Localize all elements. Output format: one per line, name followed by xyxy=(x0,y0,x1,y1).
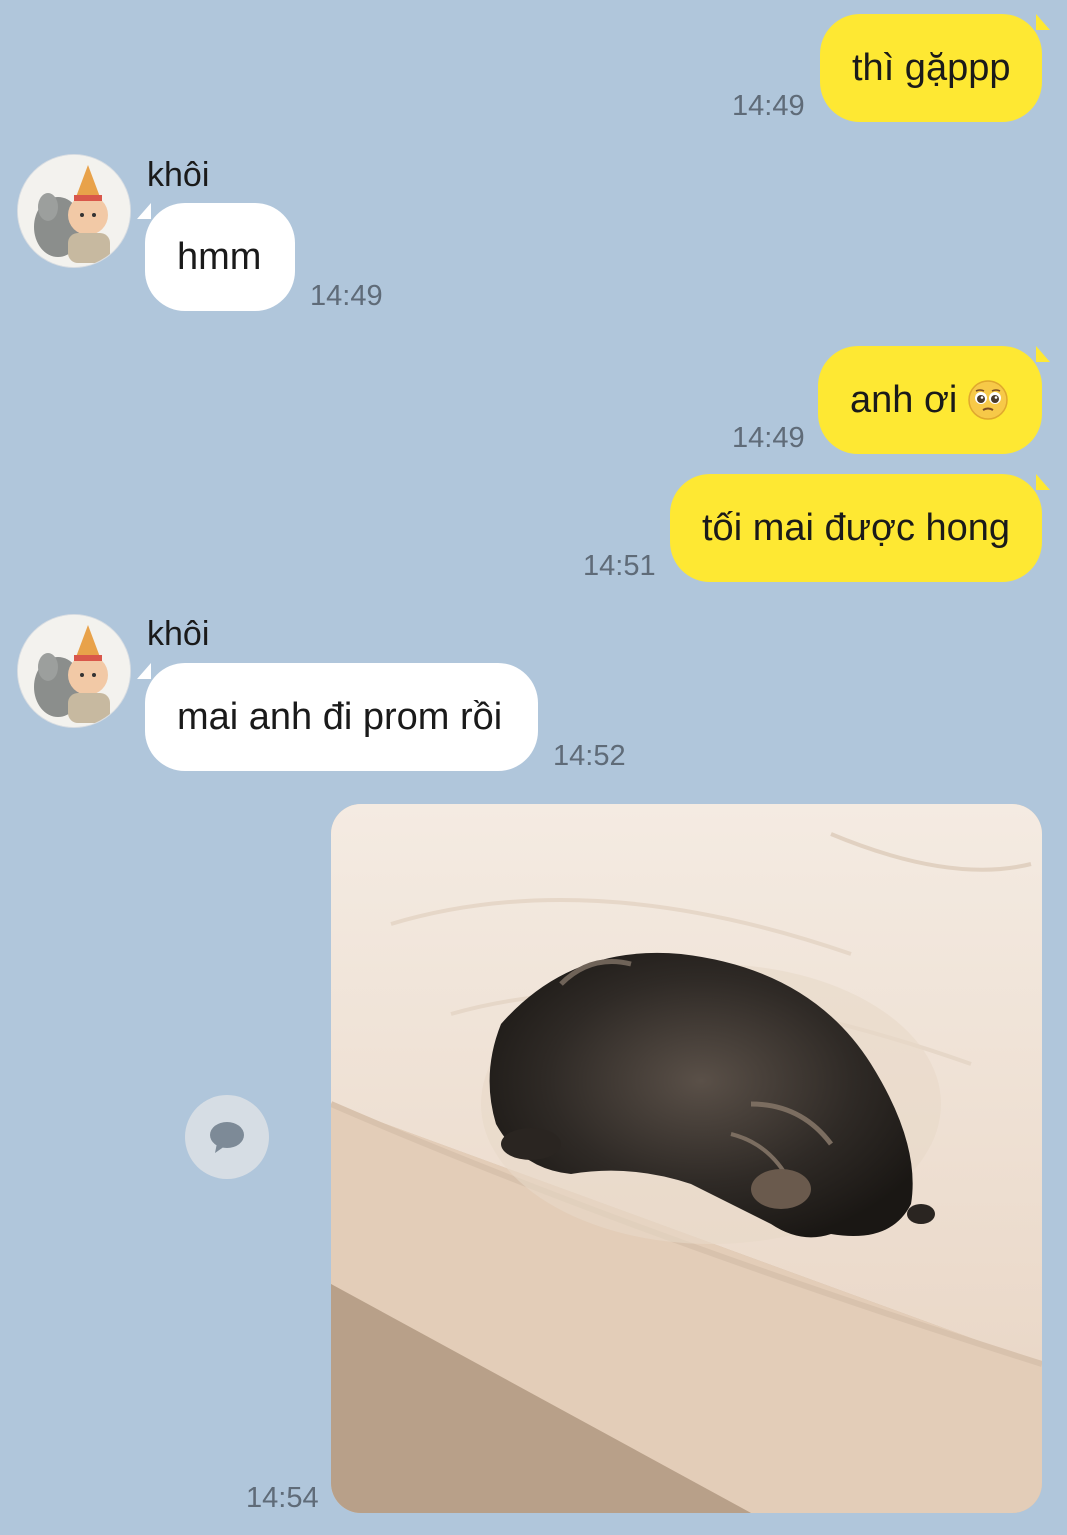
speech-bubble-glyph xyxy=(210,1122,244,1153)
bubble-tail xyxy=(137,663,151,679)
sender-name: khôi xyxy=(147,156,210,194)
avatar-image xyxy=(18,615,130,727)
message-timestamp: 14:49 xyxy=(732,90,805,122)
outgoing-message-bubble[interactable]: tối mai được hong xyxy=(670,474,1050,582)
message-text: mai anh đi prom rồi xyxy=(177,695,503,738)
message-text: tối mai được hong xyxy=(702,506,1011,549)
message-text: hmm xyxy=(177,235,262,278)
bubble-tail xyxy=(1036,14,1050,30)
speech-bubble-icon[interactable] xyxy=(185,1095,269,1179)
cat-on-bed-photo[interactable] xyxy=(331,804,1042,1513)
message-timestamp: 14:49 xyxy=(310,280,383,312)
pleading-face-icon xyxy=(968,380,1009,420)
photo-image xyxy=(331,804,1042,1513)
avatar-image xyxy=(18,155,130,267)
incoming-message-bubble[interactable]: mai anh đi prom rồi xyxy=(137,663,538,771)
outgoing-message-bubble[interactable]: thì gặppp xyxy=(820,14,1050,122)
bubble-tail xyxy=(1036,474,1050,490)
avatar[interactable] xyxy=(18,155,130,267)
message-text: anh ơi xyxy=(850,378,958,421)
message-timestamp: 14:54 xyxy=(246,1482,319,1514)
bubble-tail xyxy=(1036,346,1050,362)
outgoing-message-bubble[interactable]: anh ơi xyxy=(818,346,1050,454)
bubble-tail xyxy=(137,203,151,219)
message-timestamp: 14:51 xyxy=(583,550,656,582)
message-timestamp: 14:49 xyxy=(732,422,805,454)
incoming-message-bubble[interactable]: hmm xyxy=(137,203,295,311)
avatar[interactable] xyxy=(18,615,130,727)
message-timestamp: 14:52 xyxy=(553,740,626,772)
message-text: thì gặppp xyxy=(852,46,1011,89)
sender-name: khôi xyxy=(147,615,210,653)
